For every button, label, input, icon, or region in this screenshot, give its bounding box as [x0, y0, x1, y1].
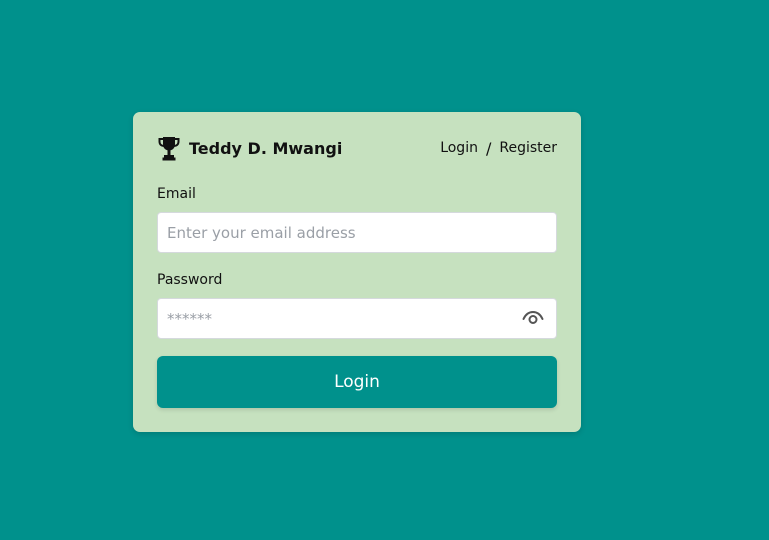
email-label: Email	[157, 186, 196, 202]
register-link[interactable]: Register	[499, 140, 557, 156]
nav-separator: /	[485, 138, 492, 158]
login-card: Teddy D. Mwangi Login / Register Email P…	[133, 112, 581, 432]
brand: Teddy D. Mwangi	[157, 135, 342, 161]
trophy-icon	[157, 135, 181, 161]
card-header: Teddy D. Mwangi Login / Register	[157, 134, 557, 162]
password-input[interactable]	[157, 298, 557, 339]
eye-icon[interactable]	[521, 309, 545, 327]
brand-name: Teddy D. Mwangi	[189, 138, 343, 158]
password-label: Password	[157, 272, 223, 288]
login-link[interactable]: Login	[440, 140, 478, 156]
auth-nav: Login / Register	[440, 139, 557, 158]
email-input[interactable]	[157, 212, 557, 253]
login-button[interactable]: Login	[157, 356, 557, 408]
